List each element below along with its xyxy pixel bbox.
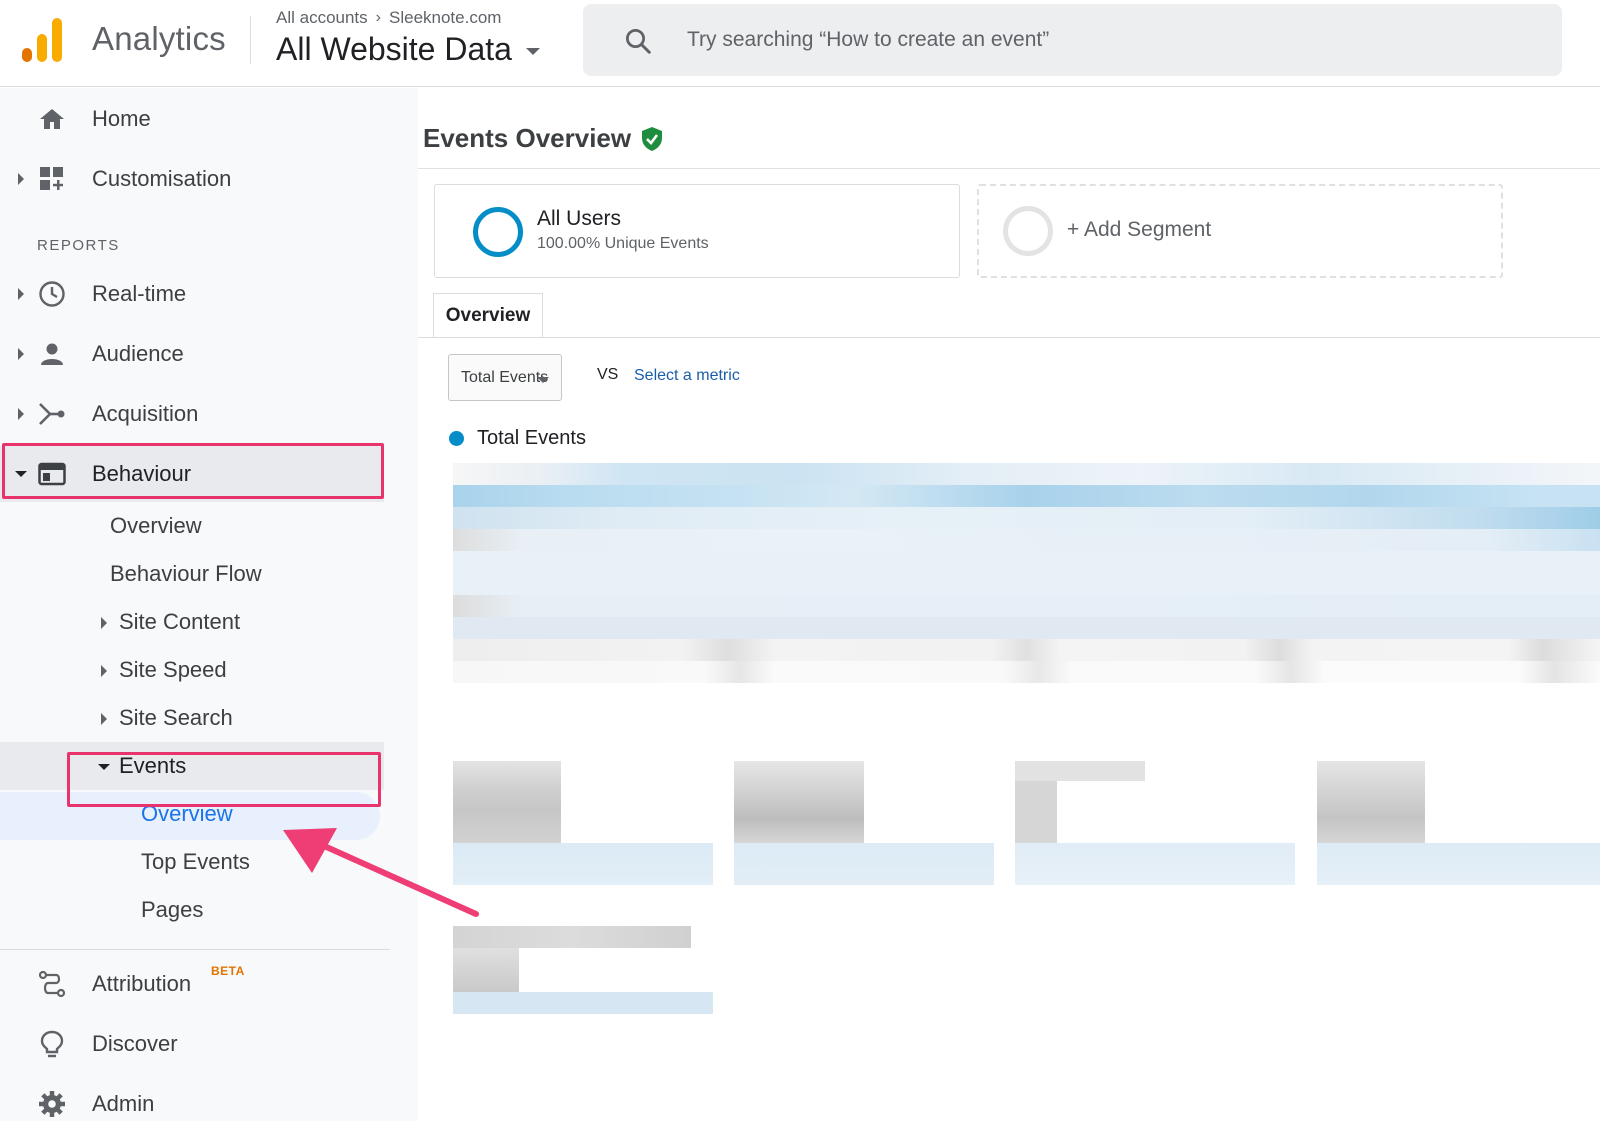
segment-title: All Users	[537, 207, 622, 230]
empty-segment-ring-icon	[1003, 206, 1053, 256]
redacted-stat-sparkline	[734, 843, 994, 885]
select-metric-link[interactable]: Select a metric	[634, 367, 740, 385]
legend-label: Total Events	[477, 427, 586, 449]
gear-icon	[38, 1090, 66, 1118]
expand-arrow-icon[interactable]	[18, 173, 24, 185]
behaviour-highlight-box	[2, 443, 384, 499]
acquisition-icon	[38, 400, 66, 428]
header-divider	[250, 16, 251, 64]
person-icon	[38, 340, 66, 368]
sidebar-item-label: Discover	[92, 1031, 178, 1056]
verified-shield-icon	[642, 126, 663, 151]
sidebar-item-discover[interactable]: Discover	[0, 1016, 418, 1072]
redacted-stat-block	[453, 761, 561, 843]
sidebar-subitem-behaviour-flow[interactable]: Behaviour Flow	[110, 561, 262, 587]
lightbulb-icon	[38, 1030, 66, 1058]
search-bar[interactable]: Try searching “How to create an event”	[583, 4, 1562, 76]
tab-overview[interactable]: Overview	[433, 293, 543, 338]
expand-arrow-icon[interactable]	[18, 288, 24, 300]
sidebar-item-label: Home	[92, 106, 151, 131]
reports-heading: REPORTS	[37, 237, 120, 254]
sidebar: Home Customisation REPORTS Real-time Aud…	[0, 88, 418, 1121]
dashboard-plus-icon	[38, 165, 66, 193]
sidebar-item-label: Acquisition	[92, 401, 199, 426]
sidebar-subitem-site-speed[interactable]: Site Speed	[119, 657, 227, 683]
sidebar-subitem-site-search[interactable]: Site Search	[119, 705, 233, 731]
clock-icon	[38, 280, 66, 308]
view-selector[interactable]: All Website Data	[276, 31, 540, 68]
search-placeholder: Try searching “How to create an event”	[687, 28, 1050, 51]
sidebar-subitem-top-events[interactable]: Top Events	[141, 849, 250, 875]
vs-label: VS	[597, 366, 619, 383]
redacted-stat-sparkline	[453, 843, 713, 885]
sidebar-subitem-behaviour-overview[interactable]: Overview	[110, 513, 202, 539]
tab-divider	[418, 337, 1600, 338]
add-segment-button[interactable]: + Add Segment	[977, 184, 1503, 278]
search-icon	[626, 29, 651, 54]
segment-ring-icon	[473, 207, 523, 257]
attribution-icon	[38, 970, 66, 998]
caret-down-icon	[525, 48, 540, 55]
redacted-stat-block	[453, 948, 519, 992]
redacted-stat-block	[1015, 761, 1145, 781]
redacted-stat-sparkline	[1015, 843, 1295, 885]
sidebar-item-acquisition[interactable]: Acquisition	[0, 386, 418, 442]
metric-dropdown[interactable]: Total Events	[448, 354, 562, 401]
top-header: Analytics All accounts › Sleeknote.com A…	[0, 0, 1600, 87]
redacted-stat-sparkline	[453, 992, 713, 1014]
analytics-logo-icon[interactable]	[22, 18, 66, 62]
sidebar-item-realtime[interactable]: Real-time	[0, 266, 418, 322]
sidebar-item-label: Audience	[92, 341, 184, 366]
account-breadcrumb[interactable]: All accounts › Sleeknote.com	[276, 8, 501, 28]
page-title: Events Overview	[423, 123, 663, 154]
sidebar-item-audience[interactable]: Audience	[0, 326, 418, 382]
redacted-stat-block	[453, 926, 691, 948]
redacted-stat-sparkline	[1317, 843, 1600, 885]
redacted-stat-block	[1317, 761, 1425, 843]
redacted-stat-block	[734, 761, 864, 843]
sidebar-item-attribution[interactable]: Attribution BETA	[0, 956, 418, 1012]
expand-arrow-icon[interactable]	[101, 665, 107, 677]
view-name: All Website Data	[276, 31, 512, 67]
events-highlight-box	[67, 752, 381, 807]
chevron-right-icon: ›	[375, 9, 381, 26]
sidebar-item-label: Customisation	[92, 166, 232, 191]
segment-subtitle: 100.00% Unique Events	[537, 235, 709, 252]
title-divider	[418, 168, 1600, 169]
caret-down-icon	[537, 377, 549, 383]
sidebar-item-home[interactable]: Home	[0, 91, 418, 147]
expand-arrow-icon[interactable]	[101, 617, 107, 629]
sidebar-item-admin[interactable]: Admin	[0, 1076, 418, 1121]
expand-arrow-icon[interactable]	[18, 348, 24, 360]
sidebar-subitem-site-content[interactable]: Site Content	[119, 609, 240, 635]
sidebar-subitem-pages[interactable]: Pages	[141, 897, 203, 923]
expand-arrow-icon[interactable]	[101, 713, 107, 725]
segment-card-all-users[interactable]: All Users 100.00% Unique Events	[434, 184, 960, 278]
legend-dot-icon	[449, 431, 464, 446]
expand-arrow-icon[interactable]	[18, 408, 24, 420]
metric-dropdown-value: Total Events	[461, 368, 549, 386]
add-segment-label: + Add Segment	[1067, 218, 1212, 241]
sidebar-item-label: Real-time	[92, 281, 187, 306]
account-crumb-label: All accounts	[276, 8, 368, 27]
redacted-stat-block	[1015, 781, 1057, 843]
beta-badge: BETA	[211, 964, 245, 978]
app-name: Analytics	[92, 20, 226, 57]
home-icon	[38, 105, 66, 133]
sidebar-item-label: Admin	[92, 1091, 155, 1116]
sidebar-divider	[0, 949, 390, 950]
property-crumb-label: Sleeknote.com	[389, 8, 502, 27]
sidebar-item-label: Attribution	[92, 971, 192, 996]
redacted-chart-area	[453, 463, 1600, 733]
page-title-text: Events Overview	[423, 123, 632, 153]
sidebar-item-customisation[interactable]: Customisation	[0, 151, 418, 207]
